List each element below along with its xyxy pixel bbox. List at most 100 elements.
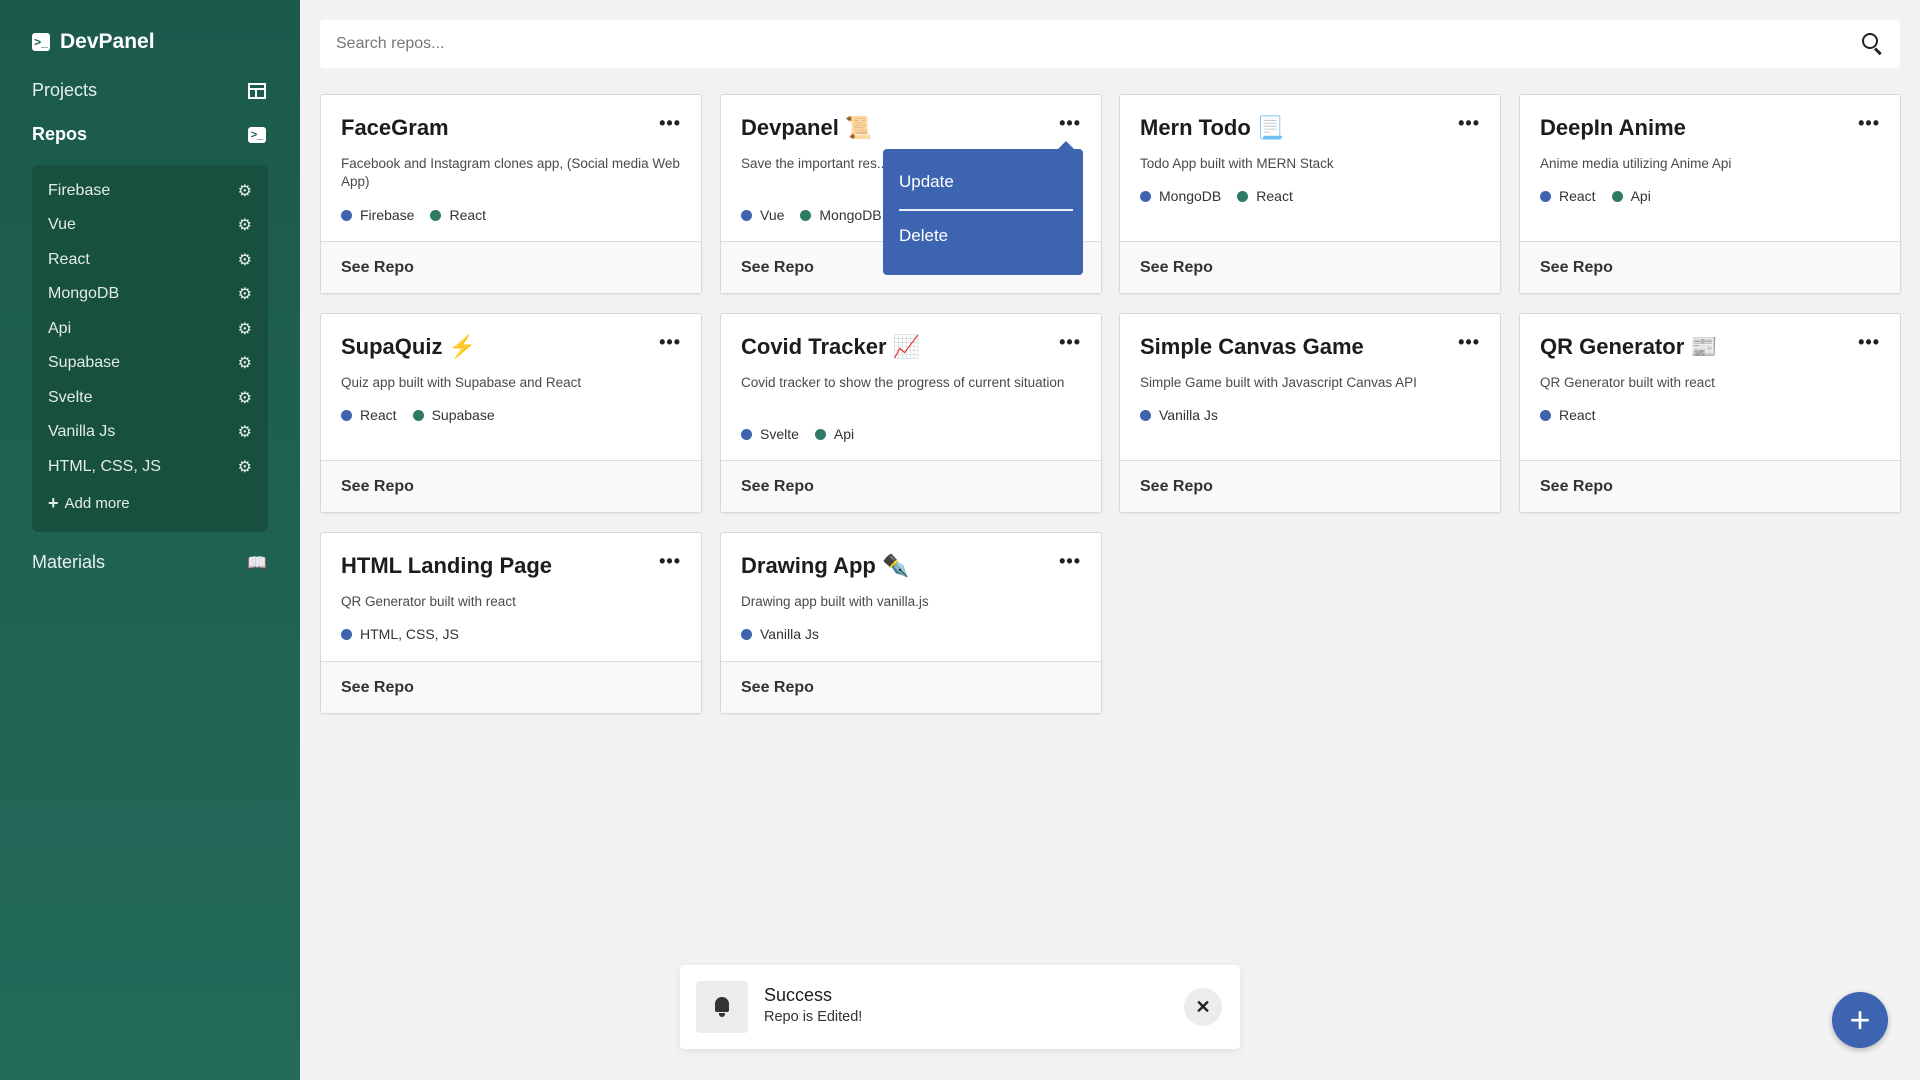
tag-label: React: [1256, 188, 1293, 204]
repo-filter-item[interactable]: Vue ⚙: [48, 215, 252, 235]
toast-message: Repo is Edited!: [764, 1009, 863, 1025]
tag-list: React Api: [1540, 188, 1651, 204]
ellipsis-icon[interactable]: •••: [1458, 332, 1480, 353]
see-repo-link[interactable]: See Repo: [321, 460, 701, 512]
card-title: Devpanel 📜: [741, 115, 873, 140]
tag: Vanilla Js: [741, 626, 819, 642]
repo-filter-item[interactable]: HTML, CSS, JS ⚙: [48, 457, 252, 477]
add-more-button[interactable]: + Add more: [48, 493, 130, 514]
gear-icon[interactable]: ⚙: [238, 319, 252, 339]
see-repo-link[interactable]: See Repo: [1520, 460, 1900, 512]
tag: Firebase: [341, 207, 414, 223]
tag: Svelte: [741, 426, 799, 442]
tag: Vanilla Js: [1140, 407, 1218, 423]
brand[interactable]: >_ DevPanel: [32, 30, 155, 54]
see-repo-link[interactable]: See Repo: [721, 460, 1101, 512]
repo-filter-item[interactable]: Firebase ⚙: [48, 181, 252, 201]
add-repo-button[interactable]: +: [1832, 992, 1888, 1048]
update-menu-item[interactable]: Update: [899, 172, 954, 192]
tag: Vue: [741, 207, 784, 223]
ellipsis-icon[interactable]: •••: [1059, 332, 1081, 353]
ellipsis-icon[interactable]: •••: [1858, 332, 1880, 353]
see-repo-link[interactable]: See Repo: [721, 661, 1101, 713]
see-repo-link[interactable]: See Repo: [1120, 241, 1500, 293]
ellipsis-icon[interactable]: •••: [1059, 551, 1081, 572]
repo-filter-item[interactable]: MongoDB ⚙: [48, 284, 252, 304]
repo-filter-label: Svelte: [48, 389, 93, 406]
tag: MongoDB: [800, 207, 882, 223]
dot-icon: [412, 409, 424, 421]
gear-icon[interactable]: ⚙: [238, 353, 252, 373]
dot-icon: [430, 209, 442, 221]
gear-icon[interactable]: ⚙: [238, 457, 252, 477]
repo-card: Drawing App ✒️ ••• Drawing app built wit…: [720, 532, 1102, 714]
nav-item-projects[interactable]: Projects: [32, 80, 266, 101]
repo-card: QR Generator 📰 ••• QR Generator built wi…: [1519, 313, 1901, 513]
layout-icon: [248, 82, 266, 100]
tag-label: React: [360, 407, 397, 423]
card-title: DeepIn Anime: [1540, 115, 1686, 140]
tag: Supabase: [412, 407, 495, 423]
see-repo-link[interactable]: See Repo: [321, 661, 701, 713]
repo-filter-label: React: [48, 251, 90, 268]
dot-icon: [341, 628, 352, 640]
repo-filter-label: Vue: [48, 216, 76, 233]
dot-icon: [341, 209, 352, 221]
repo-filter-item[interactable]: Vanilla Js ⚙: [48, 422, 252, 442]
divider: [899, 209, 1073, 211]
close-icon[interactable]: ✕: [1184, 988, 1222, 1026]
see-repo-link[interactable]: See Repo: [1520, 241, 1900, 293]
ellipsis-icon[interactable]: •••: [1059, 113, 1081, 134]
gear-icon[interactable]: ⚙: [238, 215, 252, 235]
tag-list: Svelte Api: [741, 426, 854, 442]
dot-icon: [1611, 190, 1623, 202]
nav-item-repos[interactable]: Repos >_: [32, 124, 266, 145]
gear-icon[interactable]: ⚙: [238, 284, 252, 304]
gear-icon[interactable]: ⚙: [238, 250, 252, 270]
repo-card: SupaQuiz ⚡ ••• Quiz app built with Supab…: [320, 313, 702, 513]
repo-filter-item[interactable]: Api ⚙: [48, 319, 252, 339]
tag-label: Supabase: [431, 407, 495, 423]
repo-filter-item[interactable]: Svelte ⚙: [48, 388, 252, 408]
ellipsis-icon[interactable]: •••: [659, 332, 681, 353]
repo-filter-label: Firebase: [48, 182, 111, 199]
tag-list: Vue MongoDB: [741, 207, 882, 223]
card-title: FaceGram: [341, 115, 449, 140]
tag: React: [1237, 188, 1293, 204]
tag-label: React: [1559, 188, 1596, 204]
card-description: Simple Game built with Javascript Canvas…: [1140, 375, 1417, 390]
nav-item-materials[interactable]: Materials 📖: [32, 552, 267, 573]
repo-card: Covid Tracker 📈 ••• Covid tracker to sho…: [720, 313, 1102, 513]
gear-icon[interactable]: ⚙: [238, 181, 252, 201]
card-title: Covid Tracker 📈: [741, 334, 921, 359]
repo-filter-item[interactable]: Supabase ⚙: [48, 353, 252, 373]
gear-icon[interactable]: ⚙: [238, 388, 252, 408]
tag-list: HTML, CSS, JS: [341, 626, 459, 642]
tag: React: [1540, 188, 1596, 204]
card-title: SupaQuiz ⚡: [341, 334, 476, 359]
ellipsis-icon[interactable]: •••: [659, 113, 681, 134]
ellipsis-icon[interactable]: •••: [1458, 113, 1480, 134]
ellipsis-icon[interactable]: •••: [1858, 113, 1880, 134]
gear-icon[interactable]: ⚙: [238, 422, 252, 442]
search-icon[interactable]: [1862, 33, 1884, 55]
repo-filter-label: HTML, CSS, JS: [48, 458, 161, 475]
search-input[interactable]: [336, 35, 1862, 53]
tag-list: MongoDB React: [1140, 188, 1293, 204]
repo-card: Simple Canvas Game ••• Simple Game built…: [1119, 313, 1501, 513]
tag-label: Api: [833, 426, 855, 442]
tag-list: React: [1540, 407, 1596, 423]
tag-label: Api: [1630, 188, 1651, 204]
repo-filter-item[interactable]: React ⚙: [48, 250, 252, 270]
terminal-icon: >_: [32, 33, 50, 51]
ellipsis-icon[interactable]: •••: [659, 551, 681, 572]
dot-icon: [741, 209, 752, 221]
tag-list: Vanilla Js: [1140, 407, 1218, 423]
toast-title: Success: [764, 985, 833, 1005]
delete-menu-item[interactable]: Delete: [899, 226, 948, 246]
book-icon: 📖: [247, 554, 267, 572]
see-repo-link[interactable]: See Repo: [321, 241, 701, 293]
repo-card: FaceGram ••• Facebook and Instagram clon…: [320, 94, 702, 294]
see-repo-link[interactable]: See Repo: [1120, 460, 1500, 512]
tag-label: HTML, CSS, JS: [360, 626, 459, 642]
